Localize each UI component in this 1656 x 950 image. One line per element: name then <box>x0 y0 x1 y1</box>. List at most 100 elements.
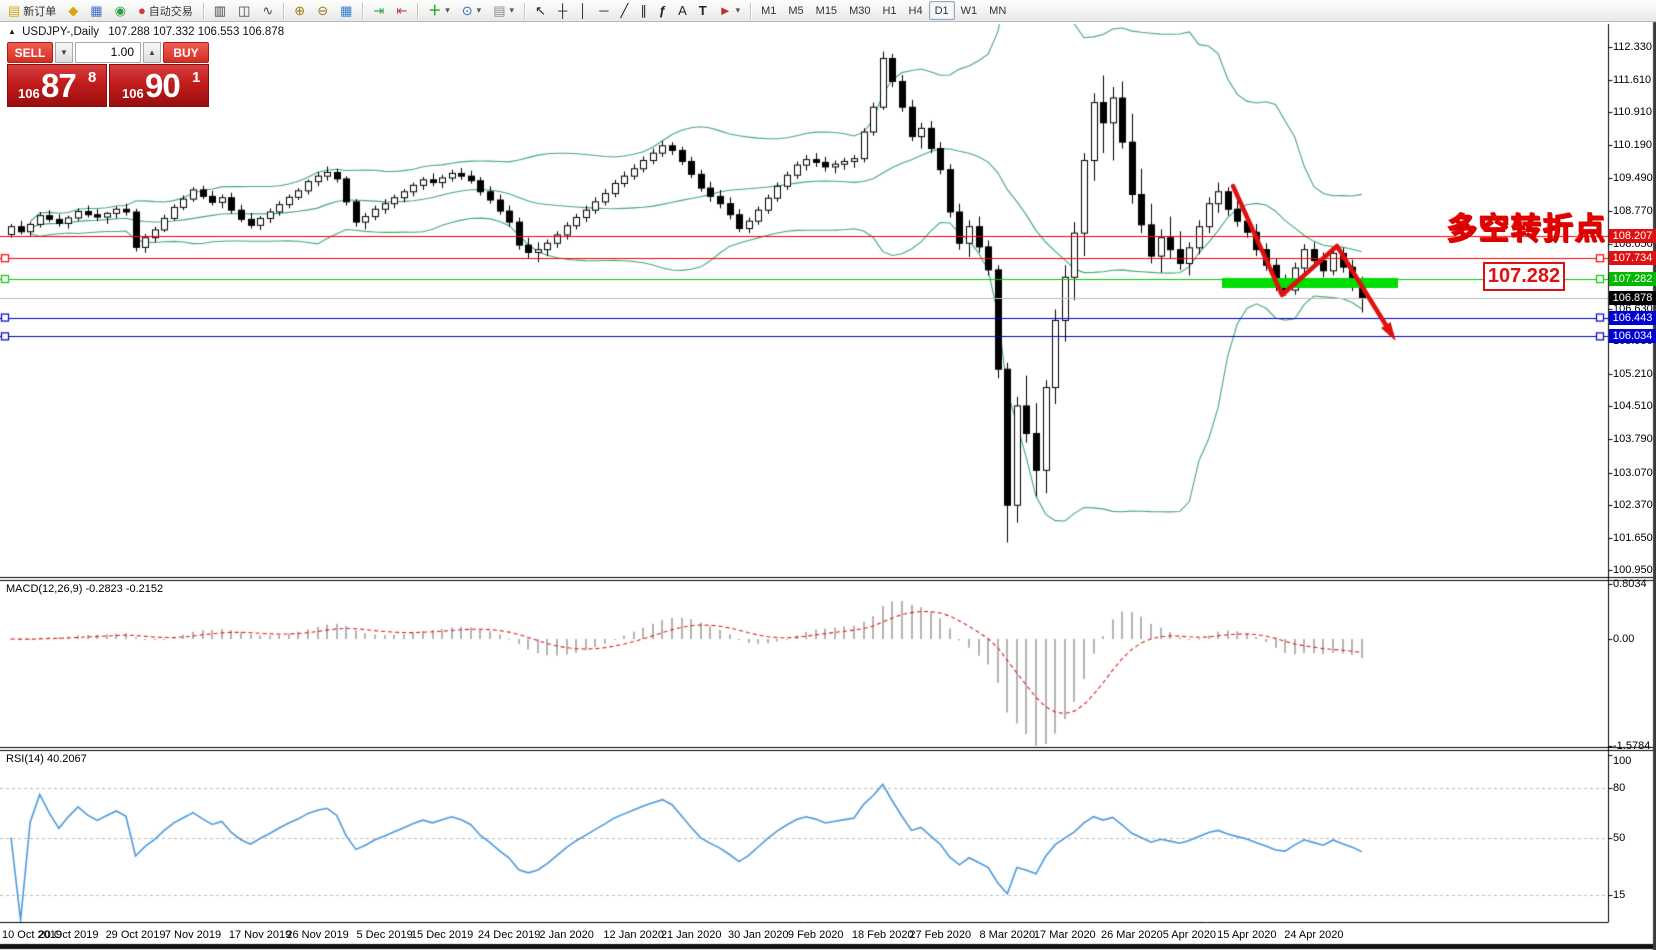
crosshair-icon: ┼ <box>558 4 567 17</box>
tile-windows-button[interactable]: ▦ <box>334 1 358 20</box>
new-order-icon: ▤ <box>8 4 20 17</box>
channel-icon: ∥ <box>640 4 647 17</box>
vertical-line-button[interactable]: │ <box>573 1 593 20</box>
line-chart-icon: ∿ <box>262 4 273 17</box>
collapse-arrow-icon[interactable]: ▲ <box>8 27 16 36</box>
price-tick-label: 108.770 <box>1613 205 1656 217</box>
zoom-in-button[interactable]: ⊕ <box>288 1 311 20</box>
auto-scroll-button[interactable]: ⇥ <box>367 1 390 20</box>
price-tick-label: 112.330 <box>1613 41 1656 53</box>
date-tick-label: 18 Feb 2020 <box>852 929 914 941</box>
macd-tick-label: -1.5784 <box>1613 740 1656 752</box>
zoom-out-icon: ⊖ <box>317 4 328 17</box>
toolbar-separator <box>524 3 525 19</box>
market-watch-button[interactable]: ◆ <box>62 1 84 20</box>
date-tick-label: 2 Jan 2020 <box>539 929 593 941</box>
candlestick-button[interactable]: ◫ <box>232 1 256 20</box>
buy-button[interactable]: BUY <box>163 42 209 63</box>
price-tick-label: 100.950 <box>1613 564 1656 576</box>
tf-m5-button[interactable]: M5 <box>782 1 809 20</box>
price-callout-box[interactable]: 107.282 <box>1483 262 1565 291</box>
date-tick-label: 7 Nov 2019 <box>165 929 221 941</box>
buy-price-sup: 1 <box>192 69 200 86</box>
new-order-button[interactable]: ▤新订单 <box>2 1 62 20</box>
toolbar-separator <box>362 3 363 19</box>
rsi-tick-label: 15 <box>1613 889 1656 901</box>
vertical-line-icon: │ <box>579 4 587 17</box>
periods-button[interactable]: ⊙▾ <box>456 1 487 20</box>
date-tick-label: 24 Dec 2019 <box>478 929 540 941</box>
horizontal-line-button[interactable]: ─ <box>593 1 614 20</box>
price-tick-label: 103.070 <box>1613 467 1656 479</box>
tf-h1-button-label: H1 <box>882 5 896 17</box>
arrows-icon: ► <box>719 4 732 17</box>
date-tick-label: 30 Jan 2020 <box>728 929 789 941</box>
symbol-label: ▲ USDJPY-,Daily 107.288 107.332 106.553 … <box>8 26 284 38</box>
price-tick-label: 101.650 <box>1613 532 1656 544</box>
terminal-button[interactable]: ◉ <box>109 1 132 20</box>
date-tick-label: 27 Feb 2020 <box>909 929 971 941</box>
price-tick-label: 103.790 <box>1613 433 1656 445</box>
bar-chart-icon: ▥ <box>214 4 226 17</box>
buy-price-box[interactable]: 106 90 1 <box>109 64 209 107</box>
line-chart-button[interactable]: ∿ <box>256 1 279 20</box>
tf-d1-button[interactable]: D1 <box>929 1 955 20</box>
arrows-button[interactable]: ►▾ <box>713 1 746 20</box>
text-icon: A <box>678 4 687 17</box>
sell-price-sup: 8 <box>88 69 96 86</box>
new-order-button-label: 新订单 <box>23 3 56 19</box>
zoom-out-button[interactable]: ⊖ <box>311 1 334 20</box>
date-tick-label: 29 Oct 2019 <box>106 929 166 941</box>
date-tick-label: 24 Apr 2020 <box>1284 929 1343 941</box>
tf-w1-button[interactable]: W1 <box>955 1 984 20</box>
turning-point-annotation[interactable]: 多空转折点 <box>1447 204 1607 248</box>
sell-button[interactable]: SELL <box>7 42 53 63</box>
toolbar-separator <box>750 3 751 19</box>
tile-windows-icon: ▦ <box>340 4 352 17</box>
rsi-indicator-label: RSI(14) 40.2067 <box>6 753 87 765</box>
tf-h4-button-label: H4 <box>909 5 923 17</box>
autotrading-button[interactable]: ●自动交易 <box>132 1 199 20</box>
dropdown-caret-icon: ▾ <box>510 5 515 16</box>
hline-price-tag: 106.034 <box>1609 329 1656 343</box>
chart-shift-button[interactable]: ⇤ <box>390 1 413 20</box>
tf-h4-button[interactable]: H4 <box>903 1 929 20</box>
tf-h1-button[interactable]: H1 <box>876 1 902 20</box>
fibonacci-button[interactable]: ƒ <box>653 1 672 20</box>
text-button[interactable]: A <box>672 1 693 20</box>
date-tick-label: 26 Mar 2020 <box>1101 929 1163 941</box>
bar-chart-button[interactable]: ▥ <box>208 1 232 20</box>
autotrading-button-label: 自动交易 <box>149 3 193 19</box>
templates-button[interactable]: ▤▾ <box>487 1 520 20</box>
indicators-button[interactable]: ＋▾ <box>422 1 456 20</box>
channel-button[interactable]: ∥ <box>634 1 653 20</box>
crosshair-button[interactable]: ┼ <box>552 1 573 20</box>
hline-price-tag: 107.734 <box>1609 251 1656 265</box>
rsi-tick-label: 80 <box>1613 782 1656 794</box>
sell-price-box[interactable]: 106 87 8 <box>7 64 107 107</box>
price-tick-label: 104.510 <box>1613 400 1656 412</box>
tf-m1-button-label: M1 <box>761 5 776 17</box>
dropdown-caret-icon: ▾ <box>736 5 741 16</box>
tf-mn-button[interactable]: MN <box>983 1 1012 20</box>
terminal-icon: ◉ <box>115 4 126 17</box>
dropdown-caret-icon: ▾ <box>445 5 450 16</box>
volume-increase-button[interactable]: ▲ <box>143 42 161 63</box>
tf-m1-button[interactable]: M1 <box>755 1 782 20</box>
trendline-button[interactable]: ╱ <box>615 1 635 20</box>
date-axis-labels: 10 Oct 201920 Oct 201929 Oct 20197 Nov 2… <box>0 929 1656 945</box>
toolbar-separator <box>417 3 418 19</box>
volume-input[interactable]: 1.00 <box>75 42 141 63</box>
buy-price-big: 90 <box>145 67 180 105</box>
tf-m30-button[interactable]: M30 <box>843 1 876 20</box>
navigator-button[interactable]: ▦ <box>84 1 108 20</box>
tf-mn-button-label: MN <box>989 5 1006 17</box>
volume-decrease-button[interactable]: ▼ <box>55 42 73 63</box>
cursor-button[interactable]: ↖ <box>529 1 552 20</box>
market-watch-icon: ◆ <box>68 4 78 17</box>
tf-m15-button[interactable]: M15 <box>810 1 843 20</box>
text-label-button[interactable]: T <box>693 1 713 20</box>
autotrading-icon: ● <box>138 4 146 17</box>
macd-indicator-label: MACD(12,26,9) -0.2823 -0.2152 <box>6 583 163 595</box>
hline-price-tag: 106.443 <box>1609 311 1656 325</box>
